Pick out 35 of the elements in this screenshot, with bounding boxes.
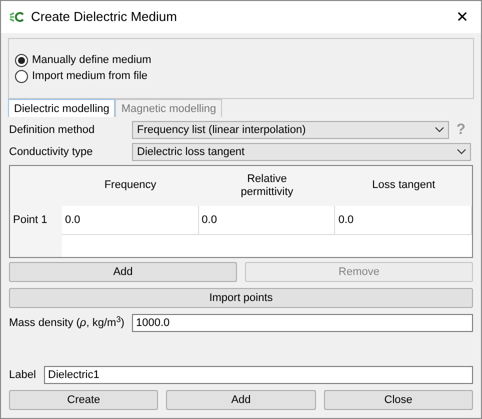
point-button[interactable]: Add <box>9 262 237 282</box>
row-header: Point 1 <box>10 206 62 235</box>
column-header: Relative permittivity <box>198 166 336 206</box>
radio-button[interactable] <box>15 54 28 66</box>
column-header: Frequency <box>62 166 199 206</box>
field-label: Mass density (ρ, kg/m$^{3}$) <box>9 314 126 331</box>
column-header: Loss tangent <box>335 166 472 206</box>
radio-label: Import medium from file <box>32 68 148 84</box>
field-label: Conductivity type <box>9 144 94 160</box>
field-label: Definition method <box>9 122 96 138</box>
dropdown[interactable]: Dielectric loss tangent <box>132 143 471 161</box>
tab[interactable]: Magnetic modelling <box>115 99 222 117</box>
window-title: Create Dielectric Medium <box>31 8 178 26</box>
dropdown-value: Dielectric loss tangent <box>137 144 245 160</box>
close-button[interactable]: ✕ <box>452 10 473 24</box>
radio-option[interactable]: Manually define medium <box>15 52 467 68</box>
mass-density-field[interactable]: 1000.0 <box>132 314 473 332</box>
table-cell[interactable]: 0.0 <box>335 206 472 235</box>
radio-label: Manually define medium <box>32 52 152 68</box>
dropdown-value: Frequency list (linear interpolation) <box>137 122 306 138</box>
table-cell[interactable]: 0.0 <box>198 206 336 235</box>
dialog-button[interactable]: Close <box>324 390 473 410</box>
dropdown[interactable]: Frequency list (linear interpolation) <box>132 121 449 139</box>
dialog-button[interactable]: Create <box>9 390 158 410</box>
label-field[interactable]: Dielectric1 <box>44 366 473 384</box>
import-points-button[interactable]: Import points <box>9 288 473 308</box>
radio-button[interactable] <box>15 70 28 82</box>
field-label: Label <box>9 368 37 383</box>
dialog-button[interactable]: Add <box>166 390 316 410</box>
chevron-down-icon <box>457 149 466 155</box>
radio-option[interactable]: Import medium from file <box>15 68 467 84</box>
chevron-down-icon <box>435 127 444 133</box>
table-cell[interactable]: 0.0 <box>62 206 199 235</box>
tab[interactable]: Dielectric modelling <box>8 99 116 117</box>
app-logo-icon <box>9 11 25 23</box>
